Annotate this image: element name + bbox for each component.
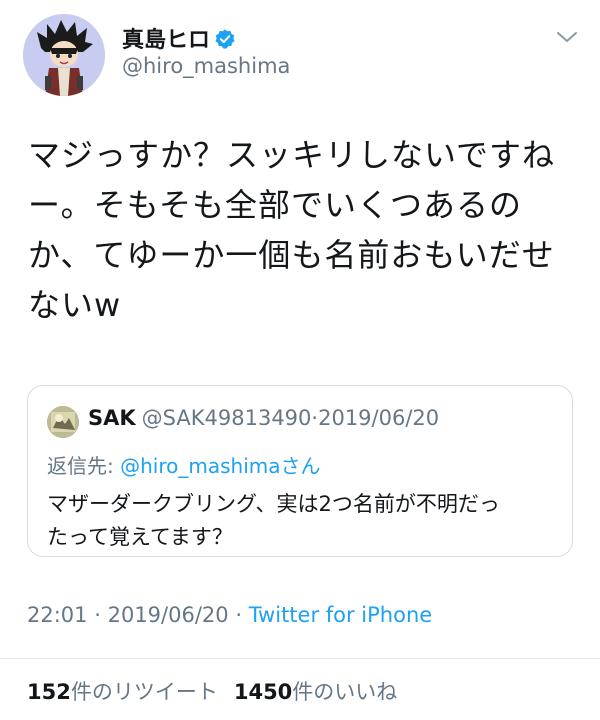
retweets-count: 152 bbox=[27, 680, 71, 704]
author-avatar-icon[interactable] bbox=[23, 14, 105, 96]
quoted-handle: @SAK49813490 bbox=[141, 406, 312, 430]
reply-prefix: 返信先: bbox=[47, 454, 121, 478]
chevron-down-icon[interactable] bbox=[552, 26, 582, 48]
verified-badge-icon bbox=[214, 28, 236, 56]
tweet-time[interactable]: 22:01 bbox=[27, 603, 88, 627]
tweet-date[interactable]: 2019/06/20 bbox=[108, 603, 229, 627]
likes-label: 件のいいね bbox=[292, 680, 398, 704]
quoted-tweet-header: SAK @SAK49813490·2019/06/20 bbox=[88, 406, 439, 430]
quoted-display-name: SAK bbox=[88, 406, 136, 430]
tweet-meta: 22:01 · 2019/06/20 · Twitter for iPhone bbox=[27, 603, 432, 627]
tweet-source-link[interactable]: Twitter for iPhone bbox=[249, 603, 433, 627]
author-handle[interactable]: @hiro_mashima bbox=[122, 54, 290, 78]
reply-suffix: さん bbox=[280, 454, 321, 478]
quoted-date: 2019/06/20 bbox=[318, 406, 440, 430]
quoted-tweet-text: マザーダークブリング、実は2つ名前が不明だっ たって覚えてます？ bbox=[47, 492, 500, 549]
user-avatar-icon bbox=[47, 406, 79, 438]
tweet-text: マジっすか？スッキリしないですね ー。そもそも全部でいくつあるの か、てゆーか一… bbox=[28, 136, 556, 324]
retweets-label: 件のリツイート bbox=[70, 680, 218, 704]
author-display-name[interactable]: 真島ヒロ bbox=[122, 28, 210, 53]
author-name[interactable]: 真島ヒロ bbox=[122, 22, 236, 56]
quoted-reply-context: 返信先: @hiro_mashimaさん bbox=[47, 450, 321, 479]
likes-stat[interactable]: 1450件のいいね bbox=[234, 680, 397, 704]
reply-mention-link[interactable]: @hiro_mashima bbox=[120, 454, 280, 478]
divider bbox=[0, 658, 600, 659]
retweets-stat[interactable]: 152件のリツイート bbox=[27, 680, 218, 704]
meta-separator: · bbox=[94, 603, 101, 627]
meta-separator-2: · bbox=[235, 603, 243, 627]
tweet-stats: 152件のリツイート 1450件のいいね bbox=[27, 676, 397, 706]
quoted-tweet-card[interactable]: SAK @SAK49813490·2019/06/20 返信先: @hiro_ma… bbox=[27, 385, 573, 557]
likes-count: 1450 bbox=[233, 680, 293, 704]
